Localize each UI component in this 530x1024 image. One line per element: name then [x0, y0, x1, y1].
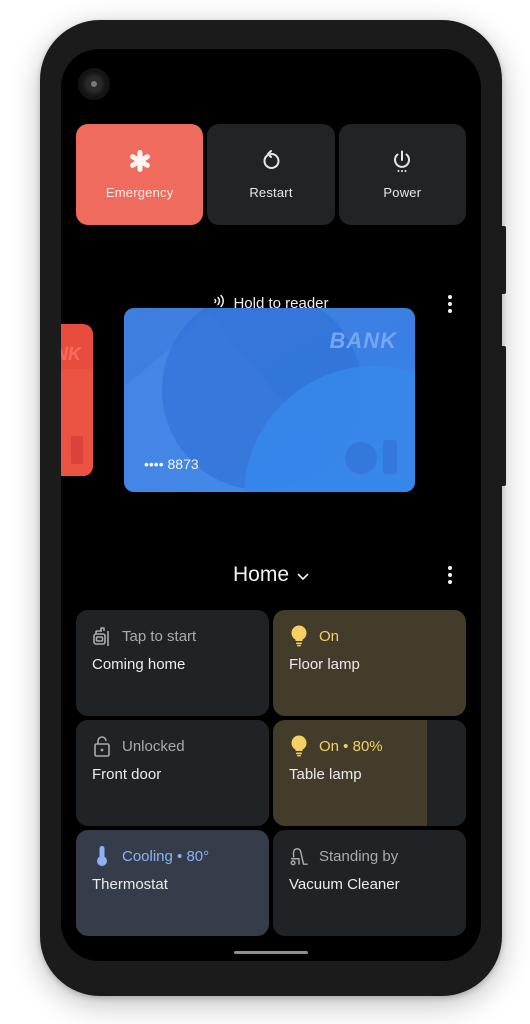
tile-name: Vacuum Cleaner [289, 876, 400, 893]
tile-floor-lamp[interactable]: On Floor lamp [273, 610, 466, 716]
gesture-nav-handle[interactable] [234, 951, 308, 954]
device-controls-grid: Tap to start Coming home On Floor lamp U… [76, 610, 466, 936]
thermometer-icon [92, 845, 112, 867]
screen: Emergency Restart Power Hold to reader K… [61, 49, 481, 961]
card-logo [345, 442, 377, 474]
restart-label: Restart [249, 185, 293, 200]
power-label: Power [383, 185, 422, 200]
routine-icon [92, 625, 112, 647]
card-brand: BANK [329, 328, 397, 353]
home-header: Home [61, 561, 481, 589]
phone-frame: Emergency Restart Power Hold to reader K… [40, 20, 506, 996]
more-vert-icon [448, 566, 452, 570]
wallet-card-previous[interactable]: NK [61, 324, 93, 476]
card-logo [71, 436, 83, 464]
power-icon [390, 149, 414, 173]
tile-name: Coming home [92, 656, 186, 673]
lightbulb-icon [289, 625, 309, 647]
lock-open-icon [92, 735, 112, 757]
tile-coming-home[interactable]: Tap to start Coming home [76, 610, 269, 716]
tile-name: Front door [92, 766, 162, 783]
wallet-card-active[interactable]: BANK •••• 8873 [124, 308, 415, 492]
card-logo-bar [383, 440, 397, 474]
restart-button[interactable]: Restart [207, 124, 335, 225]
tile-status: Unlocked [122, 737, 185, 755]
tile-name: Thermostat [92, 876, 168, 893]
tile-status: Tap to start [122, 627, 197, 645]
tile-table-lamp[interactable]: On • 80% Table lamp [273, 720, 466, 826]
tile-status: Standing by [319, 847, 399, 865]
asterisk-icon [128, 149, 152, 173]
tile-status: On • 80% [319, 737, 383, 755]
more-vert-icon [448, 295, 452, 299]
power-side-button [500, 226, 506, 294]
front-camera [78, 68, 110, 100]
tile-vacuum-cleaner[interactable]: Standing by Vacuum Cleaner [273, 830, 466, 936]
emergency-button[interactable]: Emergency [76, 124, 204, 225]
chevron-down-icon [297, 561, 309, 589]
tile-name: Floor lamp [289, 656, 360, 673]
power-menu: Emergency Restart Power [76, 124, 466, 225]
tile-status: On [319, 627, 340, 645]
card-brand: NK [61, 344, 81, 364]
wallet-more-button[interactable] [440, 293, 460, 315]
lightbulb-icon [289, 735, 309, 757]
card-number: •••• 8873 [144, 456, 199, 472]
tile-front-door[interactable]: Unlocked Front door [76, 720, 269, 826]
vacuum-icon [289, 845, 309, 867]
power-button[interactable]: Power [338, 124, 466, 225]
tile-thermostat[interactable]: Cooling • 80° Thermostat [76, 830, 269, 936]
volume-side-button [500, 346, 506, 486]
emergency-label: Emergency [105, 185, 174, 200]
restart-icon [259, 149, 283, 173]
home-title: Home [232, 563, 290, 586]
home-structure-selector[interactable]: Home [61, 561, 481, 589]
home-more-button[interactable] [440, 564, 460, 586]
tile-name: Table lamp [289, 766, 362, 783]
tile-status: Cooling • 80° [122, 847, 210, 865]
